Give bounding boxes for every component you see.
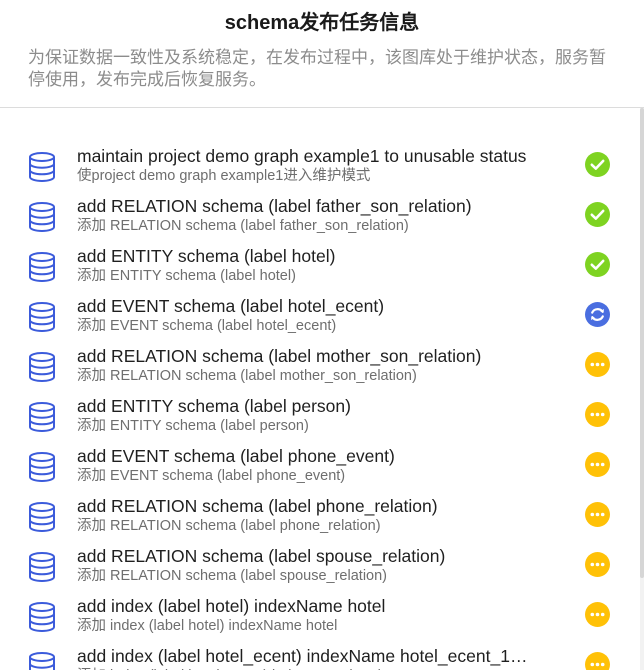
task-subtitle: 使project demo graph example1进入维护模式 [77,168,371,184]
task-subtitle: 添加 EVENT schema (label phone_event) [77,468,346,484]
task-item: add ENTITY schema (label person) 添加 ENTIT… [0,395,636,445]
database-icon-wrapper [27,301,57,333]
database-icon-wrapper [27,251,57,283]
more-circle-icon [585,352,610,377]
more-circle-icon [585,452,610,477]
task-status-pending [585,502,610,527]
database-icon [29,552,55,583]
database-icon [29,452,55,483]
task-subtitle: 添加 RELATION schema (label father_son_rel… [77,218,409,234]
task-list[interactable]: maintain project demo graph example1 to … [0,108,636,670]
task-title: add ENTITY schema (label hotel) [77,246,336,266]
more-circle-icon [585,602,610,627]
task-item: add RELATION schema (label father_son_re… [0,195,636,245]
task-item: maintain project demo graph example1 to … [0,145,636,195]
database-icon-wrapper [27,451,57,483]
task-status-pending [585,352,610,377]
more-circle-icon [585,552,610,577]
task-subtitle: 添加 RELATION schema (label mother_son_rel… [77,368,417,384]
database-icon [29,602,55,633]
more-circle-icon [585,652,610,670]
task-item: add index (label hotel) indexName hotel 添… [0,595,636,645]
task-item: add RELATION schema (label phone_relatio… [0,495,636,545]
task-title: add ENTITY schema (label person) [77,396,351,416]
task-subtitle: 添加 RELATION schema (label phone_relation… [77,518,381,534]
task-subtitle: 添加 index (label hotel) indexName hotel [77,618,338,634]
dialog-description: 为保证数据一致性及系统稳定，在发布过程中，该图库处于维护状态，服务暂停使用，发布… [28,48,606,89]
task-status-pending [585,652,610,670]
database-icon [29,202,55,233]
check-circle-icon [585,202,610,227]
task-subtitle: 添加 RELATION schema (label spouse_relatio… [77,568,387,584]
task-subtitle: 添加 EVENT schema (label hotel_ecent) [77,318,337,334]
task-status-pending [585,602,610,627]
task-item: add EVENT schema (label phone_event) 添加 E… [0,445,636,495]
database-icon-wrapper [27,151,57,183]
task-status-pending [585,552,610,577]
task-item: add RELATION schema (label mother_son_re… [0,345,636,395]
database-icon-wrapper [27,651,57,670]
sync-circle-icon [585,302,610,327]
task-subtitle: 添加 ENTITY schema (label person) [77,418,309,434]
task-subtitle: 添加 ENTITY schema (label hotel) [77,268,296,284]
database-icon-wrapper [27,501,57,533]
task-status-running [585,302,610,327]
database-icon [29,252,55,283]
task-status-pending [585,452,610,477]
database-icon-wrapper [27,351,57,383]
database-icon-wrapper [27,601,57,633]
database-icon [29,652,55,670]
database-icon [29,352,55,383]
schema-publish-dialog: schema发布任务信息 为保证数据一致性及系统稳定，在发布过程中，该图库处于维… [0,0,644,670]
more-circle-icon [585,402,610,427]
task-title: add EVENT schema (label hotel_ecent) [77,296,385,316]
task-title: maintain project demo graph example1 to … [77,146,527,166]
check-circle-icon [585,152,610,177]
dialog-header: schema发布任务信息 为保证数据一致性及系统稳定，在发布过程中，该图库处于维… [0,0,644,108]
scrollbar[interactable] [640,108,644,670]
database-icon-wrapper [27,551,57,583]
task-title: add RELATION schema (label spouse_relati… [77,546,446,566]
task-status-done [585,152,610,177]
database-icon [29,152,55,183]
task-title: add EVENT schema (label phone_event) [77,446,395,466]
task-status-done [585,252,610,277]
database-icon-wrapper [27,201,57,233]
task-item: add EVENT schema (label hotel_ecent) 添加 E… [0,295,636,345]
scrollbar-thumb[interactable] [640,108,644,578]
database-icon [29,302,55,333]
task-title: add index (label hotel_ecent) indexName … [77,646,537,666]
task-title: add index (label hotel) indexName hotel [77,596,386,616]
task-status-done [585,202,610,227]
task-item: add index (label hotel_ecent) indexName … [0,645,636,670]
database-icon-wrapper [27,401,57,433]
database-icon [29,502,55,533]
task-title: add RELATION schema (label father_son_re… [77,196,472,216]
task-title: add RELATION schema (label mother_son_re… [77,346,482,366]
task-item: add ENTITY schema (label hotel) 添加 ENTITY… [0,245,636,295]
database-icon [29,402,55,433]
check-circle-icon [585,252,610,277]
task-title: add RELATION schema (label phone_relatio… [77,496,438,516]
task-status-pending [585,402,610,427]
task-item: add RELATION schema (label spouse_relati… [0,545,636,595]
more-circle-icon [585,502,610,527]
dialog-title: schema发布任务信息 [224,12,420,34]
